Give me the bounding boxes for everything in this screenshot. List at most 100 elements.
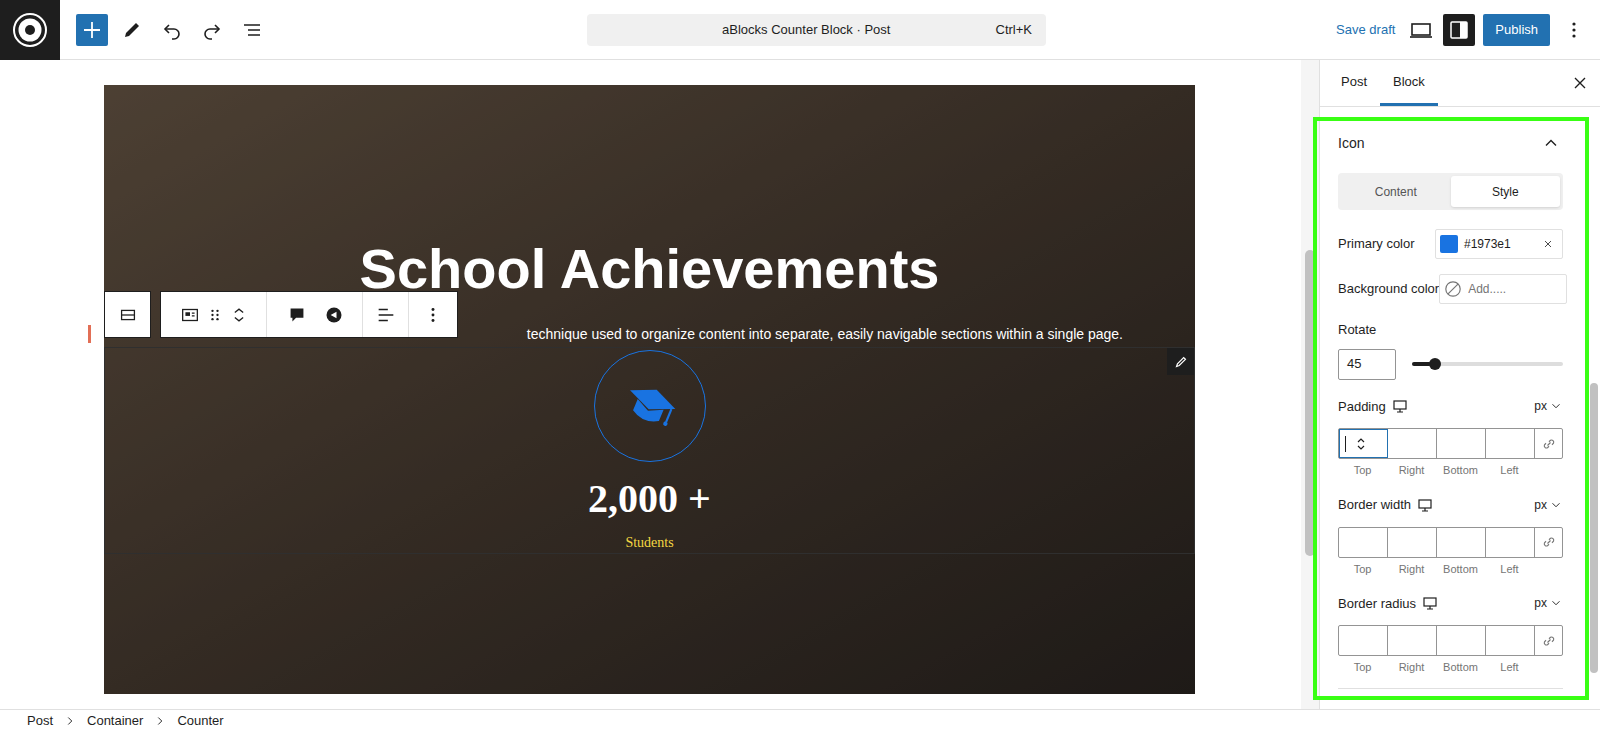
- slider-thumb[interactable]: [1429, 358, 1441, 370]
- sidebar-tab[interactable]: Post: [1328, 60, 1380, 106]
- field-label: Background color: [1338, 279, 1439, 299]
- rotate-slider[interactable]: [1412, 362, 1563, 366]
- side-input[interactable]: [1437, 626, 1486, 655]
- tools-pencil-icon[interactable]: [112, 10, 152, 50]
- select-parent-button[interactable]: [104, 291, 151, 338]
- editor-header: aBlocks Counter Block · PostCtrl+K Save d…: [0, 0, 1600, 60]
- command-bar[interactable]: aBlocks Counter Block · PostCtrl+K: [587, 14, 1046, 46]
- device-desktop-icon[interactable]: [1422, 595, 1438, 611]
- canvas-scroll-thumb[interactable]: [1305, 250, 1315, 556]
- box-field: Border radiuspxTopRightBottomLeft: [1338, 594, 1563, 675]
- breadcrumb-item[interactable]: Counter: [177, 711, 223, 731]
- link-sides-button[interactable]: [1535, 626, 1562, 655]
- unit-select[interactable]: px: [1534, 397, 1563, 415]
- breadcrumb-item[interactable]: Post: [27, 711, 53, 731]
- drag-handle-icon[interactable]: [205, 305, 225, 325]
- block-options: [409, 292, 457, 337]
- breadcrumb-chevron-icon: [63, 714, 77, 728]
- redo-icon[interactable]: [192, 10, 232, 50]
- unit-select[interactable]: px: [1534, 594, 1563, 612]
- side-input[interactable]: [1486, 626, 1535, 655]
- chevron-up-icon[interactable]: [1541, 133, 1563, 153]
- device-desktop-icon[interactable]: [1392, 398, 1408, 414]
- icon-settings-panel: Icon ContentStyle Primary color #1973e1 Back…: [1320, 107, 1600, 689]
- side-input[interactable]: [1437, 528, 1486, 557]
- breadcrumb-item[interactable]: Container: [87, 711, 143, 731]
- primary-color-picker[interactable]: #1973e1: [1435, 229, 1563, 259]
- link-icon[interactable]: [1540, 632, 1558, 650]
- canvas-scrollbar[interactable]: [1301, 60, 1319, 709]
- link-icon[interactable]: [1540, 435, 1558, 453]
- spinner-icon[interactable]: [1356, 437, 1366, 451]
- parent-block-icon[interactable]: [117, 304, 139, 326]
- icon-section-header[interactable]: Icon: [1338, 120, 1563, 166]
- field-label: Rotate: [1338, 320, 1376, 340]
- side-input[interactable]: [1388, 626, 1437, 655]
- graduation-cap-icon: [613, 369, 686, 442]
- field-label: Padding: [1338, 397, 1386, 417]
- side-input[interactable]: [1486, 528, 1535, 557]
- counter-number: 2,000 +: [588, 476, 711, 522]
- tab-label: Block: [1393, 72, 1425, 92]
- device-desktop-icon[interactable]: [1417, 497, 1433, 513]
- link-sides-button[interactable]: [1535, 528, 1562, 557]
- comment-icon[interactable]: [286, 304, 308, 326]
- list-view-icon[interactable]: [232, 10, 272, 50]
- side-label: Left: [1485, 562, 1534, 576]
- mode-tab[interactable]: Style: [1451, 176, 1561, 207]
- settings-sidebar-icon[interactable]: [1443, 14, 1475, 46]
- side-input[interactable]: [1339, 429, 1388, 458]
- undo-icon[interactable]: [152, 10, 192, 50]
- options-kebab-icon[interactable]: [1558, 12, 1590, 48]
- side-label: Bottom: [1436, 660, 1485, 674]
- unit-select[interactable]: px: [1534, 496, 1563, 514]
- side-label: Top: [1338, 562, 1387, 576]
- side-labels: TopRightBottomLeft: [1338, 463, 1563, 477]
- box-field: Padding px TopRightBottomLeft: [1338, 397, 1563, 478]
- edit-pencil-icon[interactable]: [1167, 348, 1194, 375]
- field-label: Primary color: [1338, 234, 1415, 254]
- clear-color-icon[interactable]: [1542, 238, 1558, 250]
- link-icon[interactable]: [1540, 533, 1558, 551]
- sidebar-tabs: Post Block: [1320, 60, 1600, 107]
- sidebar-scroll-thumb[interactable]: [1590, 383, 1598, 673]
- link-sides-button[interactable]: [1535, 429, 1562, 458]
- block-type-icon[interactable]: [179, 304, 201, 326]
- side-input[interactable]: [1486, 429, 1535, 458]
- rotate-input[interactable]: 45: [1338, 349, 1396, 380]
- add-block-icon[interactable]: [76, 14, 108, 46]
- background-color-row: Background color: [1338, 274, 1563, 304]
- send-icon[interactable]: [324, 305, 344, 325]
- side-label: Left: [1485, 463, 1534, 477]
- close-sidebar-icon[interactable]: [1560, 60, 1600, 106]
- mode-tab[interactable]: Content: [1341, 176, 1451, 207]
- background-color-picker[interactable]: [1439, 274, 1567, 304]
- sidebar-tab[interactable]: Block: [1380, 60, 1438, 106]
- unit-chevron-icon[interactable]: [1549, 399, 1563, 413]
- unit-chevron-icon[interactable]: [1549, 596, 1563, 610]
- header-tools: [0, 0, 587, 59]
- background-color-input[interactable]: [1468, 280, 1562, 298]
- highlight-frame: [1313, 117, 1589, 700]
- side-input[interactable]: [1388, 429, 1437, 458]
- counter-block[interactable]: 2,000 +Students: [104, 347, 1195, 554]
- publish-button[interactable]: Publish: [1483, 14, 1550, 46]
- side-input[interactable]: [1388, 528, 1437, 557]
- side-input[interactable]: [1437, 429, 1486, 458]
- field-label-row: Rotate: [1338, 320, 1563, 340]
- wordpress-logo-icon[interactable]: [0, 0, 60, 60]
- block-options-kebab-icon[interactable]: [422, 304, 444, 326]
- side-input[interactable]: [1339, 626, 1388, 655]
- cover-image-block: School Achievementstechnique used to org…: [104, 85, 1195, 694]
- side-input[interactable]: [1339, 528, 1388, 557]
- save-draft-button[interactable]: Save draft: [1328, 20, 1403, 40]
- unit-value: px: [1534, 397, 1547, 415]
- editor-canvas: School Achievementstechnique used to org…: [0, 60, 1301, 709]
- side-labels: TopRightBottomLeft: [1338, 562, 1563, 576]
- move-up-down-icon[interactable]: [229, 304, 249, 326]
- desktop-preview-icon[interactable]: [1403, 12, 1439, 48]
- block-breadcrumb: Post Container Counter: [0, 709, 1600, 732]
- align-left-icon[interactable]: [375, 304, 397, 326]
- unit-chevron-icon[interactable]: [1549, 498, 1563, 512]
- text-caret: [1345, 436, 1346, 452]
